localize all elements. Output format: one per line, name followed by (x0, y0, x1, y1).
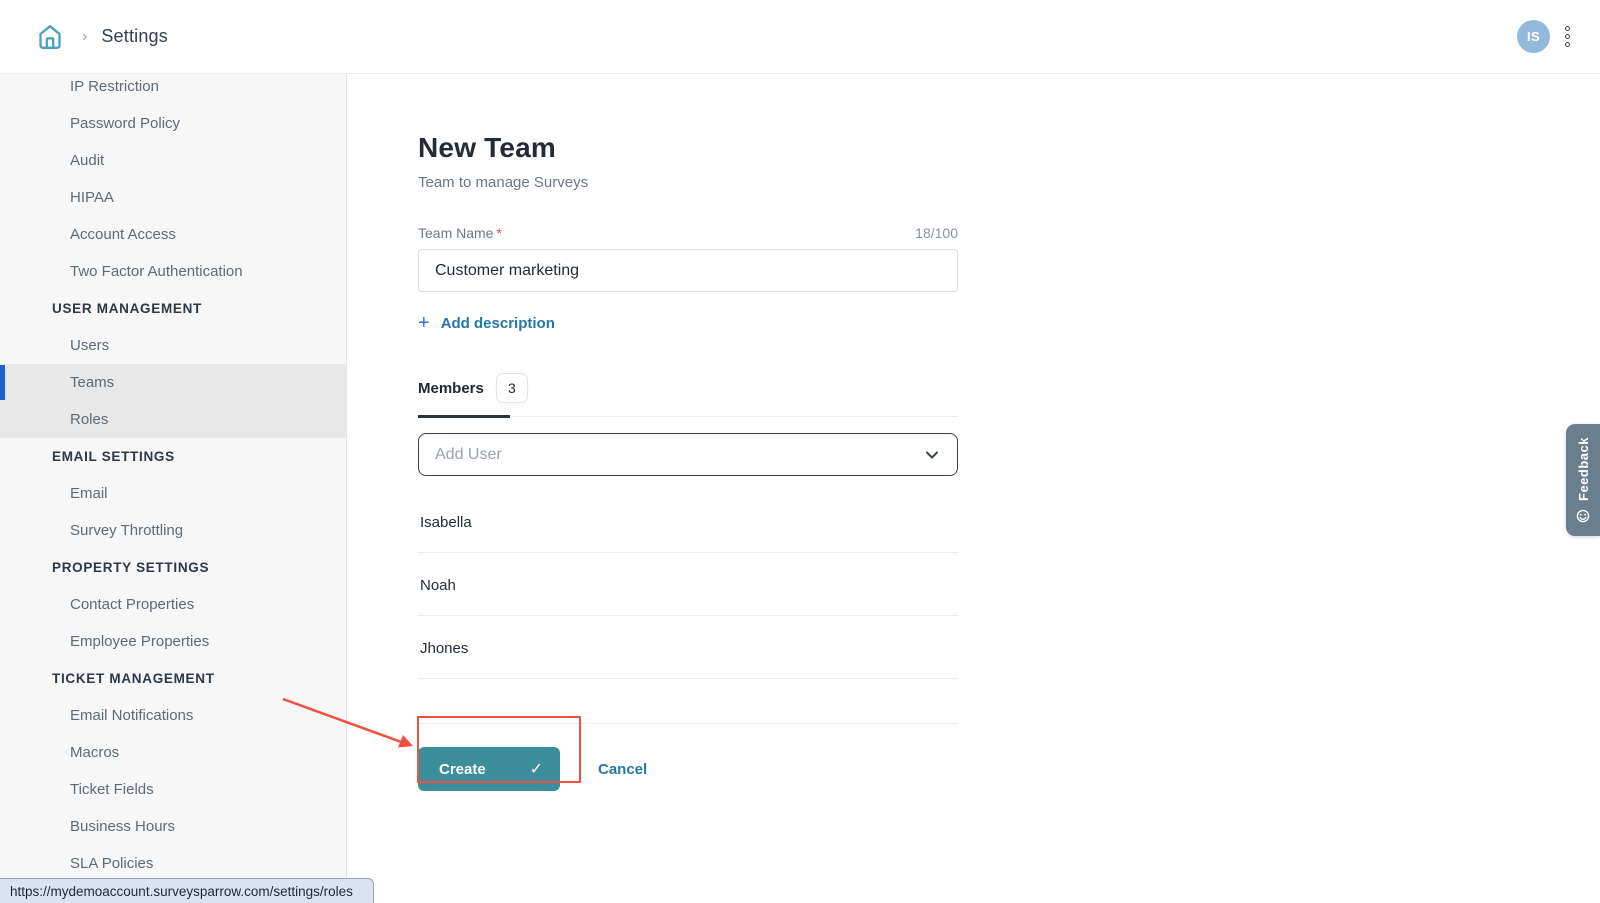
active-tab-indicator (418, 415, 510, 418)
new-team-form: New Team Team to manage Surveys Team Nam… (418, 74, 958, 791)
sidebar-item-label: Teams (70, 374, 114, 391)
top-header: › Settings IS (0, 0, 1600, 74)
sidebar-section-user-management: USER MANAGEMENT (0, 290, 346, 327)
check-icon: ✓ (530, 759, 543, 779)
sidebar-item-email[interactable]: Email (0, 475, 346, 512)
sidebar-item-users[interactable]: Users (0, 327, 346, 364)
sidebar-item-two-factor-authentication[interactable]: Two Factor Authentication (0, 253, 346, 290)
selected-indicator-bar (0, 365, 5, 400)
avatar[interactable]: IS (1517, 20, 1550, 53)
home-icon (34, 21, 66, 53)
add-description-link[interactable]: + Add description (418, 313, 555, 333)
sidebar-item-teams[interactable]: Teams (0, 364, 346, 401)
kebab-dot (1565, 42, 1570, 47)
create-button-label: Create (439, 761, 486, 778)
status-url: https://mydemoaccount.surveysparrow.com/… (10, 884, 353, 899)
sidebar-item-email-notifications[interactable]: Email Notifications (0, 697, 346, 734)
member-row[interactable]: Noah (418, 553, 958, 616)
members-tabs: Members 3 (418, 373, 958, 417)
sidebar-item-macros[interactable]: Macros (0, 734, 346, 771)
sidebar-item-employee-properties[interactable]: Employee Properties (0, 623, 346, 660)
kebab-dot (1565, 26, 1570, 31)
sidebar-item-business-hours[interactable]: Business Hours (0, 808, 346, 845)
add-description-label: Add description (441, 315, 555, 332)
add-user-select[interactable]: Add User (418, 433, 958, 476)
create-button[interactable]: Create ✓ (418, 747, 560, 791)
tab-members[interactable]: Members 3 (418, 373, 528, 403)
sidebar-item-hipaa[interactable]: HIPAA (0, 179, 346, 216)
required-asterisk: * (496, 225, 501, 241)
chevron-down-icon (923, 446, 941, 464)
sidebar-item-password-policy[interactable]: Password Policy (0, 105, 346, 142)
member-list-footer-divider (418, 679, 958, 724)
cancel-link[interactable]: Cancel (598, 761, 647, 778)
kebab-menu-icon[interactable] (1561, 22, 1574, 51)
sidebar-section-ticket-management: TICKET MANAGEMENT (0, 660, 346, 697)
sidebar-section-property-settings: PROPERTY SETTINGS (0, 549, 346, 586)
app-window: › Settings IS IP Restriction Password Po… (0, 0, 1600, 903)
feedback-tab[interactable]: Feedback (1566, 424, 1600, 536)
member-list: Isabella Noah Jhones (418, 490, 958, 724)
smiley-icon (1576, 509, 1590, 523)
sidebar-item-contact-properties[interactable]: Contact Properties (0, 586, 346, 623)
kebab-dot (1565, 34, 1570, 39)
sidebar-item-ip-restriction[interactable]: IP Restriction (0, 74, 346, 105)
sidebar-item-roles[interactable]: Roles (0, 401, 346, 438)
breadcrumb[interactable]: Settings (101, 26, 168, 47)
form-actions: Create ✓ Cancel (418, 747, 958, 791)
member-row[interactable]: Isabella (418, 490, 958, 553)
team-name-label: Team Name* (418, 225, 502, 241)
sidebar-section-email-settings: EMAIL SETTINGS (0, 438, 346, 475)
page-title: New Team (418, 132, 958, 164)
add-user-placeholder: Add User (435, 446, 502, 464)
settings-sidebar: IP Restriction Password Policy Audit HIP… (0, 74, 347, 903)
team-name-label-text: Team Name (418, 225, 493, 241)
sidebar-item-ticket-fields[interactable]: Ticket Fields (0, 771, 346, 808)
sidebar-item-sla-policies[interactable]: SLA Policies (0, 845, 346, 882)
member-row[interactable]: Jhones (418, 616, 958, 679)
tab-members-label: Members (418, 380, 484, 397)
sidebar-item-account-access[interactable]: Account Access (0, 216, 346, 253)
char-counter: 18/100 (915, 225, 958, 241)
sidebar-item-audit[interactable]: Audit (0, 142, 346, 179)
sidebar-item-survey-throttling[interactable]: Survey Throttling (0, 512, 346, 549)
team-name-input[interactable] (418, 249, 958, 292)
feedback-label: Feedback (1576, 437, 1591, 501)
breadcrumb-chevron-icon: › (82, 28, 87, 46)
members-count-badge: 3 (496, 373, 528, 403)
home-button[interactable] (34, 21, 66, 53)
plus-icon: + (418, 313, 430, 333)
browser-status-bar: https://mydemoaccount.surveysparrow.com/… (0, 878, 374, 903)
page-subtitle: Team to manage Surveys (418, 174, 958, 191)
